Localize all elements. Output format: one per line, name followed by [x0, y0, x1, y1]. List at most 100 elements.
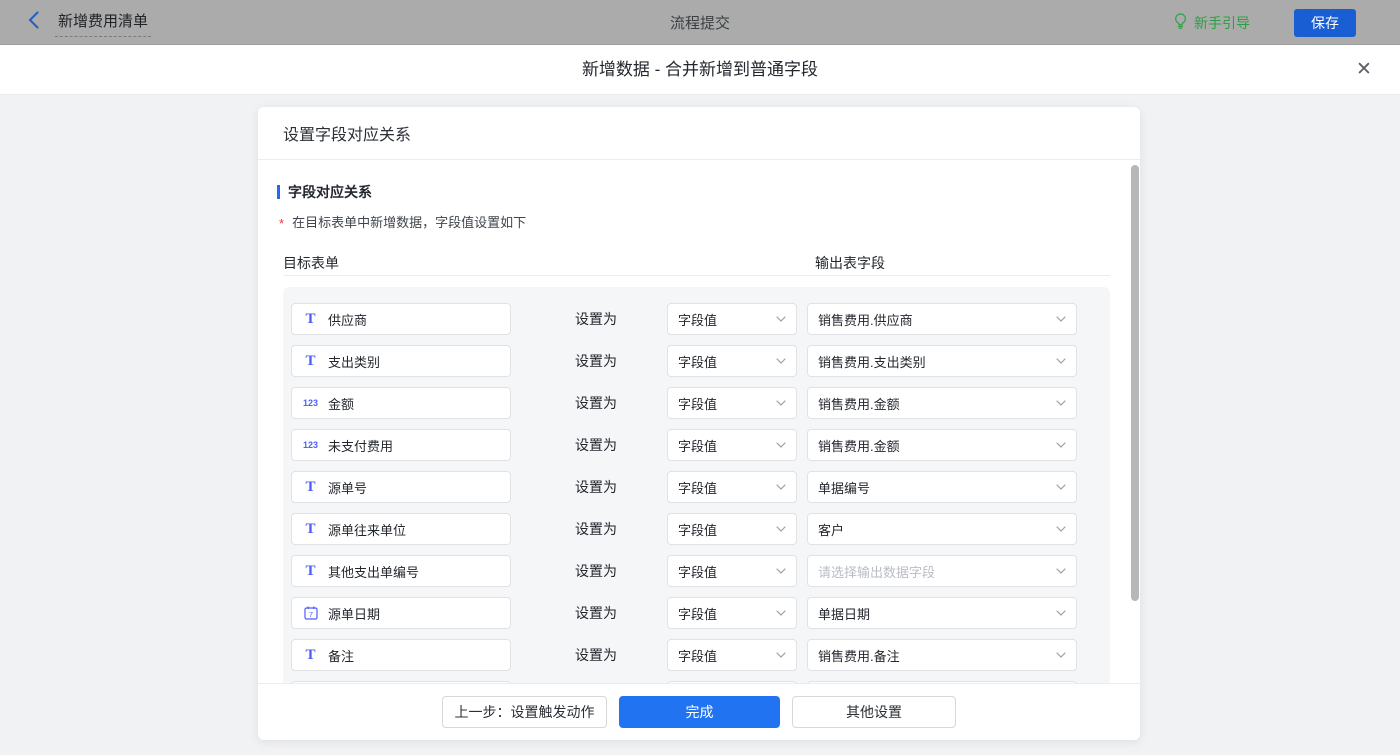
target-field-name: 备注 [328, 648, 355, 664]
close-icon[interactable]: ✕ [1352, 45, 1376, 94]
field-mapping-row: T 供应商 设置为 字段值 销售费用.供应商 [291, 303, 1110, 335]
required-asterisk: * [279, 216, 285, 231]
field-mapping-row: 123 未支付费用 设置为 字段值 销售费用.金额 [291, 429, 1110, 461]
output-field-select[interactable]: 销售费用.供应商 [807, 303, 1077, 335]
chevron-down-icon [1056, 526, 1066, 532]
previous-step-button[interactable]: 上一步：设置触发动作 [442, 696, 607, 728]
beginner-guide-label: 新手引导 [1194, 14, 1250, 31]
value-mode-text: 字段值 [678, 354, 718, 370]
value-mode-text: 字段值 [678, 564, 718, 580]
date-field-icon: 7 [302, 606, 319, 620]
output-field-select[interactable]: 销售费用.备注 [807, 639, 1077, 671]
target-field-input[interactable]: T 源单号 [291, 471, 511, 503]
field-mapping-panel: T 供应商 设置为 字段值 销售费用.供应商 T 支出类别 设置为 字段值 销售… [283, 287, 1110, 683]
output-field-select[interactable]: 请选择输出数据字段 [807, 555, 1077, 587]
column-headers: 目标表单 输出表字段 [283, 253, 1140, 271]
save-button[interactable]: 保存 [1294, 9, 1356, 37]
text-field-icon: T [305, 562, 316, 579]
target-field-name: 其他支出单编号 [328, 564, 420, 580]
target-field-input[interactable] [291, 681, 511, 683]
value-mode-select[interactable]: 字段值 [667, 471, 797, 503]
chevron-down-icon [776, 400, 786, 406]
set-as-label: 设置为 [575, 395, 617, 411]
value-mode-text: 字段值 [678, 438, 718, 454]
chevron-down-icon [776, 358, 786, 364]
output-field-select[interactable]: 单据编号 [807, 471, 1077, 503]
value-mode-select[interactable]: 字段值 [667, 303, 797, 335]
target-field-input[interactable]: T 供应商 [291, 303, 511, 335]
card-footer: 上一步：设置触发动作 完成 其他设置 [258, 683, 1140, 740]
target-field-name: 供应商 [328, 312, 368, 328]
done-button[interactable]: 完成 [619, 696, 780, 728]
set-as-label: 设置为 [575, 521, 617, 537]
chevron-down-icon [776, 484, 786, 490]
target-field-name: 未支付费用 [328, 438, 394, 454]
output-field-select[interactable]: 客户 [807, 513, 1077, 545]
chevron-down-icon [776, 568, 786, 574]
column-header-output-field: 输出表字段 [815, 255, 885, 271]
chevron-down-icon [776, 652, 786, 658]
card-body: 字段对应关系 * 在目标表单中新增数据，字段值设置如下 目标表单 输出表字段 T… [258, 160, 1140, 683]
back-button[interactable] [28, 10, 39, 34]
target-field-name: 金额 [328, 396, 355, 412]
target-field-name: 源单往来单位 [328, 522, 407, 538]
other-settings-button[interactable]: 其他设置 [792, 696, 956, 728]
beginner-guide-link[interactable]: 新手引导 [1174, 0, 1250, 45]
target-field-input[interactable]: 123 未支付费用 [291, 429, 511, 461]
scrollbar-thumb[interactable] [1131, 165, 1139, 601]
chevron-down-icon [1056, 316, 1066, 322]
value-mode-select[interactable]: 字段值 [667, 639, 797, 671]
target-field-input[interactable]: T 源单往来单位 [291, 513, 511, 545]
set-as-label: 设置为 [575, 437, 617, 453]
value-mode-select[interactable]: 字段值 [667, 513, 797, 545]
field-mapping-card: 设置字段对应关系 字段对应关系 * 在目标表单中新增数据，字段值设置如下 目标表… [258, 107, 1140, 740]
column-header-target-form: 目标表单 [283, 255, 339, 271]
set-as-label: 设置为 [575, 311, 617, 327]
target-field-input[interactable]: T 备注 [291, 639, 511, 671]
value-mode-select[interactable]: 字段值 [667, 555, 797, 587]
header-divider [283, 275, 1110, 276]
field-mapping-row: 123 金额 设置为 字段值 销售费用.金额 [291, 387, 1110, 419]
output-field-select[interactable]: 销售费用.金额 [807, 429, 1077, 461]
output-field-text: 销售费用.金额 [818, 438, 900, 454]
dialog-title: 新增数据 - 合并新增到普通字段 [581, 60, 819, 79]
chevron-down-icon [1056, 484, 1066, 490]
section-accent-bar [277, 185, 280, 199]
workflow-name-tab[interactable]: 新增费用清单 [55, 8, 152, 37]
output-field-select[interactable]: 销售费用.支出类别 [807, 345, 1077, 377]
value-mode-select[interactable]: 字段值 [667, 597, 797, 629]
target-field-input[interactable]: 123 金额 [291, 387, 511, 419]
value-mode-select[interactable]: 字段值 [667, 345, 797, 377]
value-mode-text: 字段值 [678, 312, 718, 328]
value-mode-text: 字段值 [678, 396, 718, 412]
value-mode-select[interactable]: 字段值 [667, 429, 797, 461]
value-mode-text: 字段值 [678, 522, 718, 538]
chevron-down-icon [1056, 400, 1066, 406]
field-mapping-row [291, 681, 1110, 683]
field-mapping-row: T 其他支出单编号 设置为 字段值 请选择输出数据字段 [291, 555, 1110, 587]
section-title: 字段对应关系 [277, 182, 1140, 202]
card-header-title: 设置字段对应关系 [258, 107, 1140, 160]
number-field-icon: 123 [302, 397, 319, 408]
value-mode-text: 字段值 [678, 480, 718, 496]
value-mode-select[interactable]: 字段值 [667, 387, 797, 419]
output-field-text: 销售费用.供应商 [818, 312, 913, 328]
target-field-input[interactable]: T 其他支出单编号 [291, 555, 511, 587]
value-mode-select[interactable] [667, 681, 797, 683]
chevron-left-icon [28, 10, 39, 34]
target-field-input[interactable]: 7 源单日期 [291, 597, 511, 629]
number-field-icon: 123 [302, 439, 319, 450]
text-field-icon: T [305, 310, 316, 327]
output-field-select[interactable] [807, 681, 1077, 683]
chevron-down-icon [1056, 442, 1066, 448]
set-as-label: 设置为 [575, 647, 617, 663]
text-field-icon: T [305, 478, 316, 495]
output-field-select[interactable]: 单据日期 [807, 597, 1077, 629]
set-as-label: 设置为 [575, 479, 617, 495]
chevron-down-icon [776, 442, 786, 448]
chevron-down-icon [1056, 610, 1066, 616]
target-field-input[interactable]: T 支出类别 [291, 345, 511, 377]
value-mode-text: 字段值 [678, 606, 718, 622]
output-field-select[interactable]: 销售费用.金额 [807, 387, 1077, 419]
text-field-icon: T [305, 352, 316, 369]
